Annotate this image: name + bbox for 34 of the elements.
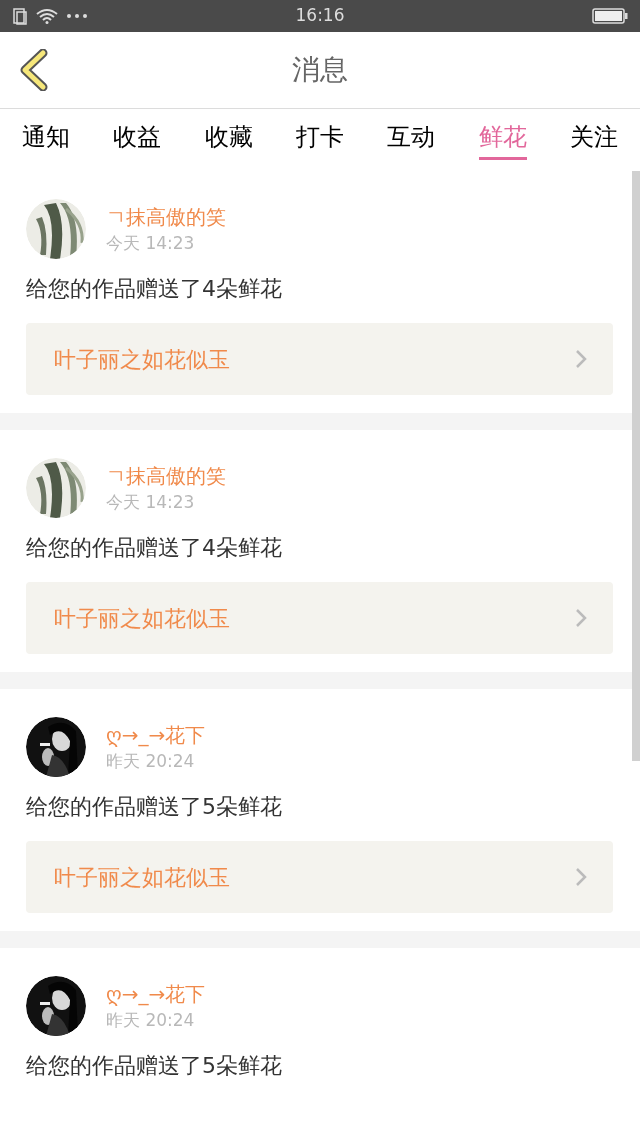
message-text: 给您的作品赠送了5朵鲜花 — [26, 793, 283, 821]
battery-icon — [592, 8, 628, 24]
page-title: 消息 — [292, 52, 348, 88]
work-title: 叶子丽之如花似玉 — [54, 345, 230, 374]
wifi-icon — [36, 8, 58, 24]
more-icon — [66, 13, 88, 19]
message-text: 给您的作品赠送了5朵鲜花 — [26, 1052, 283, 1080]
user-name[interactable]: ღ→_→花下 — [106, 721, 206, 749]
timestamp: 今天 14:23 — [106, 491, 196, 514]
work-title: 叶子丽之如花似玉 — [54, 863, 230, 892]
tab[interactable]: 通知 — [22, 121, 70, 160]
work-link[interactable]: 叶子丽之如花似玉 — [26, 841, 613, 913]
tab[interactable]: 收藏 — [204, 121, 253, 160]
message-text: 给您的作品赠送了4朵鲜花 — [26, 534, 283, 562]
tab[interactable]: 收益 — [113, 121, 162, 160]
clock: 16:16 — [295, 4, 345, 28]
message-text: 给您的作品赠送了4朵鲜花 — [26, 275, 283, 303]
timestamp: 昨天 20:24 — [106, 750, 196, 773]
tab[interactable]: 打卡 — [296, 121, 344, 160]
timestamp: 今天 14:23 — [106, 232, 196, 255]
chevron-right-icon — [575, 867, 587, 887]
work-link[interactable]: 叶子丽之如花似玉 — [26, 582, 613, 654]
user-name[interactable]: ㄱ抹高傲的笑 — [106, 462, 226, 490]
work-link[interactable]: 叶子丽之如花似玉 — [26, 323, 613, 395]
user-name[interactable]: ღ→_→花下 — [106, 980, 206, 1008]
timestamp: 昨天 20:24 — [106, 1009, 196, 1032]
work-title: 叶子丽之如花似玉 — [54, 604, 230, 633]
user-name[interactable]: ㄱ抹高傲的笑 — [106, 203, 226, 231]
sim-icon — [12, 7, 28, 25]
tab[interactable]: 互动 — [387, 121, 436, 160]
tab[interactable]: 鲜花 — [478, 121, 527, 160]
tab[interactable]: 关注 — [569, 121, 618, 160]
chevron-right-icon — [575, 608, 587, 628]
chevron-right-icon — [575, 349, 587, 369]
